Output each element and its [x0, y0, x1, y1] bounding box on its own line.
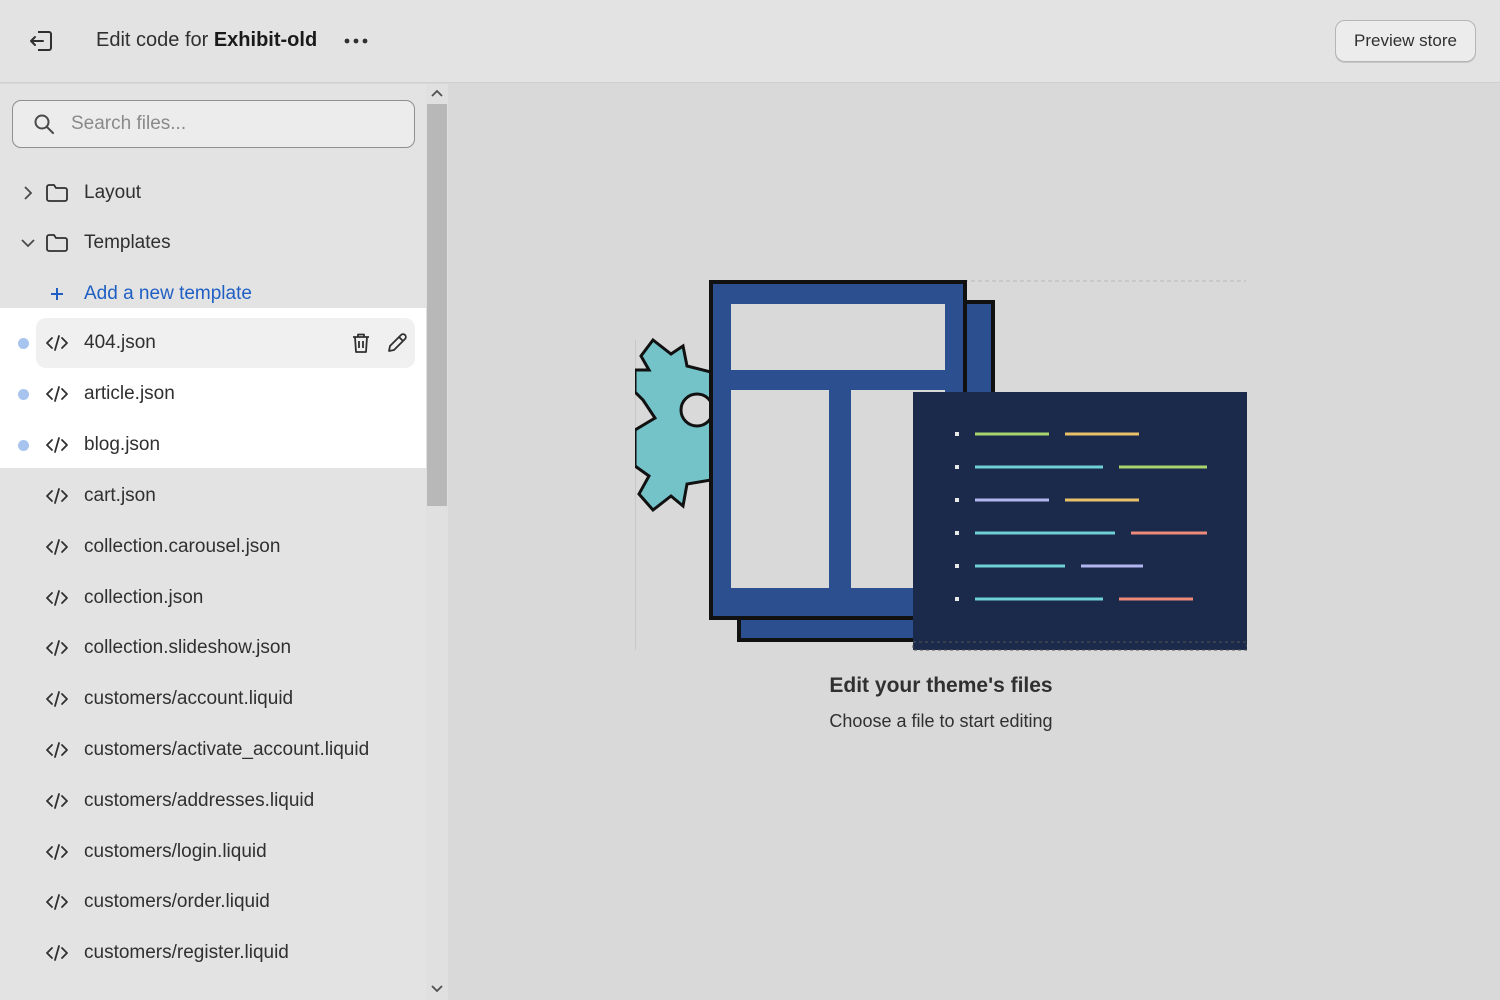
- file-label: customers/register.liquid: [84, 942, 289, 963]
- empty-state-title: Edit your theme's files: [829, 674, 1053, 697]
- code-icon: [44, 942, 70, 964]
- file-label: blog.json: [84, 434, 161, 455]
- file-row-cart-json[interactable]: cart.json: [0, 471, 426, 521]
- more-actions-button[interactable]: [340, 26, 372, 56]
- exit-button[interactable]: [22, 24, 60, 58]
- sidebar-scrollbar[interactable]: [426, 84, 448, 1000]
- folder-label: Templates: [84, 232, 171, 253]
- file-row-customers-login[interactable]: customers/login.liquid: [0, 827, 426, 877]
- file-row-article-json[interactable]: article.json: [0, 369, 426, 419]
- search-box[interactable]: [12, 100, 415, 148]
- modified-indicator: [18, 439, 29, 451]
- file-label: collection.slideshow.json: [84, 637, 292, 658]
- file-row-customers-account[interactable]: customers/account.liquid: [0, 674, 426, 724]
- file-label: customers/login.liquid: [84, 841, 267, 862]
- modified-indicator: [18, 388, 29, 400]
- theme-editor-illustration: [635, 280, 1247, 651]
- search-input[interactable]: [71, 113, 371, 135]
- code-icon: [44, 790, 70, 812]
- file-row-collection-slideshow-json[interactable]: collection.slideshow.json: [0, 623, 426, 673]
- folder-layout[interactable]: Layout: [0, 168, 426, 218]
- code-icon: [44, 891, 70, 913]
- file-label: 404.json: [84, 332, 156, 353]
- scroll-down-arrow-icon[interactable]: [426, 980, 448, 998]
- chevron-right-icon[interactable]: [18, 183, 38, 203]
- file-label: cart.json: [84, 485, 156, 506]
- title-prefix: Edit code for: [96, 29, 214, 51]
- code-icon: [44, 536, 70, 558]
- folder-label: Layout: [84, 182, 142, 203]
- file-label: article.json: [84, 383, 175, 404]
- file-row-customers-order[interactable]: customers/order.liquid: [0, 877, 426, 927]
- file-label: customers/activate_account.liquid: [84, 739, 370, 760]
- code-icon: [44, 739, 70, 761]
- file-row-404-json[interactable]: 404.json: [0, 318, 426, 368]
- file-sidebar: Layout Templates Add a new template 404.…: [0, 84, 426, 1000]
- add-template-label: Add a new template: [84, 283, 252, 304]
- page-title: Edit code for Exhibit-old: [96, 29, 317, 52]
- file-label: customers/order.liquid: [84, 891, 270, 912]
- file-row-customers-register[interactable]: customers/register.liquid: [0, 928, 426, 978]
- editor-empty-state: Edit your theme's files Choose a file to…: [448, 84, 1500, 1000]
- search-icon: [34, 114, 54, 134]
- code-icon: [44, 841, 70, 863]
- top-bar: Edit code for Exhibit-old Preview store: [0, 0, 1500, 83]
- plus-icon: [44, 283, 70, 305]
- code-icon: [44, 434, 70, 456]
- file-row-customers-addresses[interactable]: customers/addresses.liquid: [0, 776, 426, 826]
- rename-pencil-icon[interactable]: [386, 332, 408, 354]
- folder-icon: [44, 182, 70, 204]
- modified-indicator: [18, 337, 29, 349]
- file-label: customers/account.liquid: [84, 688, 294, 709]
- file-row-customers-activate-account[interactable]: customers/activate_account.liquid: [0, 725, 426, 775]
- code-icon: [44, 485, 70, 507]
- empty-state-subtitle: Choose a file to start editing: [829, 711, 1053, 731]
- more-horizontal-icon: [344, 38, 368, 44]
- exit-icon: [30, 31, 52, 51]
- file-row-collection-json[interactable]: collection.json: [0, 573, 426, 623]
- scrollbar-thumb[interactable]: [427, 104, 447, 506]
- chevron-down-icon[interactable]: [18, 233, 38, 253]
- code-icon: [44, 383, 70, 405]
- file-label: collection.json: [84, 587, 204, 608]
- code-icon: [44, 587, 70, 609]
- code-icon: [44, 332, 70, 354]
- file-label: collection.carousel.json: [84, 536, 281, 557]
- preview-store-button[interactable]: Preview store: [1335, 20, 1476, 62]
- folder-icon: [44, 232, 70, 254]
- code-icon: [44, 637, 70, 659]
- scroll-up-arrow-icon[interactable]: [426, 84, 448, 102]
- file-row-blog-json[interactable]: blog.json: [0, 420, 426, 470]
- gear-icon: [635, 337, 715, 513]
- code-icon: [44, 688, 70, 710]
- folder-templates[interactable]: Templates: [0, 218, 426, 268]
- delete-icon[interactable]: [350, 332, 372, 354]
- file-row-collection-carousel-json[interactable]: collection.carousel.json: [0, 522, 426, 572]
- theme-name: Exhibit-old: [213, 29, 318, 51]
- row-actions: [350, 332, 408, 354]
- file-label: customers/addresses.liquid: [84, 790, 315, 811]
